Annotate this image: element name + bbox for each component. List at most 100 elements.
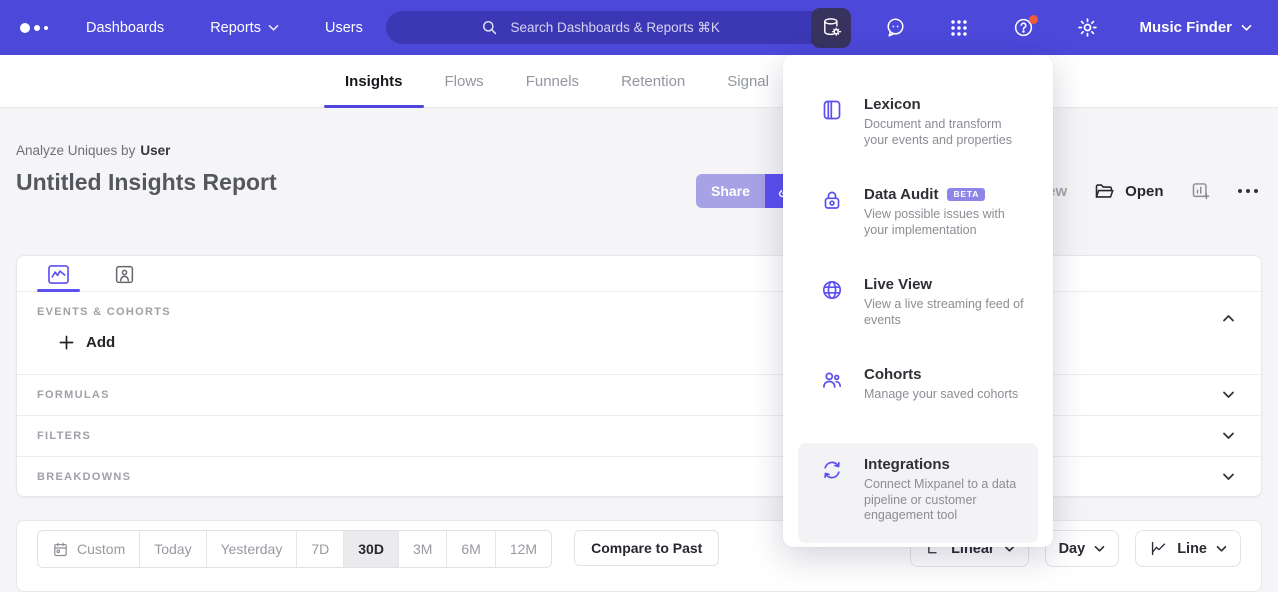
interval-label: Day — [1059, 541, 1086, 557]
data-management-menu: Lexicon Document and transform your even… — [783, 55, 1053, 547]
chevron-down-icon — [1241, 24, 1252, 32]
query-tab-events[interactable] — [37, 264, 80, 291]
chart-type-label: Line — [1177, 541, 1207, 557]
nav-link-reports[interactable]: Reports — [210, 20, 279, 36]
person-tab-icon — [114, 264, 135, 285]
chat-bubble-icon — [884, 16, 907, 39]
data-management-button[interactable] — [811, 8, 851, 48]
nav-link-dashboards[interactable]: Dashboards — [86, 20, 164, 36]
calendar-icon — [52, 541, 69, 558]
range-30d[interactable]: 30D — [343, 531, 398, 567]
tab-funnels[interactable]: Funnels — [526, 55, 579, 108]
settings-button[interactable] — [1067, 8, 1107, 48]
nav-link-label: Reports — [210, 20, 261, 36]
breakdowns-section-row[interactable]: BREAKDOWNS — [17, 456, 1261, 497]
menu-item-title: Cohorts — [864, 366, 922, 383]
range-custom[interactable]: Custom — [38, 531, 139, 567]
messages-button[interactable] — [875, 8, 915, 48]
expand-section-button[interactable] — [1222, 432, 1235, 441]
search-input[interactable] — [509, 19, 743, 36]
menu-item-description: View a live streaming feed of events — [864, 297, 1028, 328]
global-search[interactable] — [386, 11, 836, 44]
line-chart-tab-icon — [47, 264, 70, 285]
range-12m[interactable]: 12M — [495, 531, 551, 567]
menu-item-title: Live View — [864, 276, 932, 293]
menu-item-description: View possible issues with your implement… — [864, 207, 1028, 238]
analyze-prefix: Analyze Uniques by — [16, 143, 135, 158]
mixpanel-logo[interactable] — [20, 23, 66, 33]
nav-link-label: Users — [325, 20, 363, 36]
section-label: FORMULAS — [37, 389, 110, 401]
chart-add-icon — [1190, 180, 1212, 202]
menu-item-integrations[interactable]: Integrations Connect Mixpanel to a data … — [798, 443, 1038, 543]
tab-retention[interactable]: Retention — [621, 55, 685, 108]
menu-item-description: Manage your saved cohorts — [864, 387, 1028, 403]
sync-arrows-icon — [820, 456, 844, 530]
chevron-down-icon — [1216, 545, 1227, 553]
nav-link-label: Dashboards — [86, 20, 164, 36]
lexicon-book-icon — [820, 96, 844, 148]
query-builder-panel: EVENTS & COHORTS Add FORMULAS FILTERS BR… — [16, 255, 1262, 497]
open-report-button[interactable]: Open — [1093, 180, 1163, 202]
range-today[interactable]: Today — [139, 531, 205, 567]
expand-section-button[interactable] — [1222, 391, 1235, 400]
range-7d[interactable]: 7D — [296, 531, 343, 567]
nav-link-users[interactable]: Users — [325, 20, 363, 36]
apps-grid-button[interactable] — [939, 8, 979, 48]
collapse-section-button[interactable] — [1222, 314, 1235, 323]
menu-item-cohorts[interactable]: Cohorts Manage your saved cohorts — [798, 353, 1038, 431]
more-options-button[interactable] — [1238, 189, 1259, 194]
formulas-section-row[interactable]: FORMULAS — [17, 374, 1261, 415]
section-label: FILTERS — [37, 430, 91, 442]
logo-dot — [34, 25, 40, 31]
events-cohorts-section: EVENTS & COHORTS Add — [17, 292, 1261, 374]
logo-dot — [44, 26, 48, 30]
menu-item-data-audit[interactable]: Data Audit BETA View possible issues wit… — [798, 173, 1038, 251]
tab-flows[interactable]: Flows — [445, 55, 484, 108]
page-title[interactable]: Untitled Insights Report — [16, 169, 277, 196]
range-6m[interactable]: 6M — [446, 531, 494, 567]
people-icon — [820, 366, 844, 418]
interval-dropdown[interactable]: Day — [1045, 530, 1120, 567]
project-name: Music Finder — [1139, 19, 1232, 36]
add-event-button[interactable]: Add — [59, 334, 1241, 351]
chevron-down-icon — [1222, 391, 1235, 400]
section-label: BREAKDOWNS — [37, 471, 131, 483]
analyze-line: Analyze Uniques by User — [16, 143, 277, 158]
filters-section-row[interactable]: FILTERS — [17, 415, 1261, 456]
audit-lock-icon — [820, 186, 844, 238]
chart-type-dropdown[interactable]: Line — [1135, 530, 1241, 567]
project-switcher[interactable]: Music Finder — [1139, 19, 1252, 36]
report-tabbar: Insights Flows Funnels Retention Signal … — [0, 55, 1278, 108]
add-to-dashboard-button[interactable] — [1190, 180, 1212, 202]
menu-item-title: Data Audit — [864, 186, 938, 203]
help-button[interactable] — [1003, 8, 1043, 48]
date-range-control: Custom Today Yesterday 7D 30D 3M 6M 12M — [37, 530, 552, 568]
section-label: EVENTS & COHORTS — [37, 306, 1241, 318]
chevron-down-icon — [1094, 545, 1105, 553]
database-gear-icon — [820, 16, 843, 39]
add-label: Add — [86, 334, 115, 351]
logo-dot — [20, 23, 30, 33]
share-button[interactable]: Share — [696, 174, 765, 208]
menu-item-title: Integrations — [864, 456, 950, 473]
menu-item-title: Lexicon — [864, 96, 921, 113]
query-tab-users[interactable] — [104, 264, 145, 291]
search-icon — [480, 18, 499, 37]
tab-signal[interactable]: Signal — [727, 55, 769, 108]
gear-icon — [1076, 16, 1099, 39]
expand-section-button[interactable] — [1222, 473, 1235, 482]
chevron-down-icon — [1222, 473, 1235, 482]
compare-to-past-button[interactable]: Compare to Past — [574, 530, 719, 566]
top-navigation-bar: Dashboards Reports Users — [0, 0, 1278, 55]
analyze-entity-selector[interactable]: User — [140, 143, 170, 158]
tab-insights[interactable]: Insights — [345, 55, 403, 108]
grid-dots-icon — [948, 17, 970, 39]
menu-item-lexicon[interactable]: Lexicon Document and transform your even… — [798, 83, 1038, 161]
menu-item-live-view[interactable]: Live View View a live streaming feed of … — [798, 263, 1038, 341]
range-3m[interactable]: 3M — [398, 531, 446, 567]
notification-dot — [1029, 15, 1038, 24]
chevron-down-icon — [1222, 432, 1235, 441]
range-yesterday[interactable]: Yesterday — [206, 531, 297, 567]
chevron-up-icon — [1222, 314, 1235, 323]
